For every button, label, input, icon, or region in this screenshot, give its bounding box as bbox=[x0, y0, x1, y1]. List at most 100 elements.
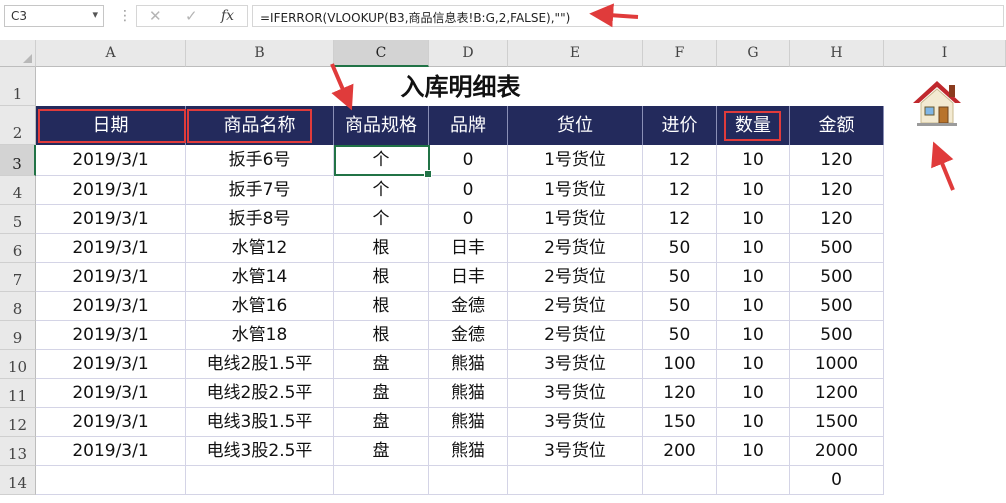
table-cell[interactable]: 盘 bbox=[334, 437, 429, 466]
row-header-4[interactable]: 4 bbox=[0, 176, 36, 205]
row-header-13[interactable]: 13 bbox=[0, 437, 36, 466]
table-cell[interactable]: 盘 bbox=[334, 350, 429, 379]
table-cell[interactable]: 2019/3/1 bbox=[36, 263, 186, 292]
table-cell[interactable]: 3号货位 bbox=[508, 437, 643, 466]
table-cell[interactable]: 水管16 bbox=[186, 292, 334, 321]
table-cell[interactable]: 0 bbox=[429, 145, 508, 176]
table-cell[interactable] bbox=[508, 466, 643, 495]
table-cell[interactable]: 10 bbox=[717, 437, 790, 466]
table-cell[interactable]: 2号货位 bbox=[508, 234, 643, 263]
table-cell[interactable] bbox=[643, 466, 717, 495]
table-cell[interactable]: 0 bbox=[790, 466, 884, 495]
table-cell[interactable]: 扳手7号 bbox=[186, 176, 334, 205]
header-cell[interactable]: 品牌 bbox=[429, 106, 508, 145]
table-cell[interactable]: 2号货位 bbox=[508, 263, 643, 292]
table-cell[interactable]: 500 bbox=[790, 234, 884, 263]
confirm-icon[interactable]: ✓ bbox=[185, 7, 198, 25]
table-cell[interactable]: 扳手6号 bbox=[186, 145, 334, 176]
table-cell[interactable]: 根 bbox=[334, 234, 429, 263]
table-cell[interactable]: 水管12 bbox=[186, 234, 334, 263]
table-cell[interactable]: 2019/3/1 bbox=[36, 379, 186, 408]
table-cell[interactable]: 2019/3/1 bbox=[36, 350, 186, 379]
column-header-c[interactable]: C bbox=[334, 40, 429, 67]
table-cell[interactable]: 扳手8号 bbox=[186, 205, 334, 234]
table-cell[interactable]: 150 bbox=[643, 408, 717, 437]
table-cell[interactable]: 120 bbox=[790, 145, 884, 176]
table-cell[interactable] bbox=[36, 466, 186, 495]
table-cell[interactable]: 个 bbox=[334, 176, 429, 205]
table-cell[interactable]: 3号货位 bbox=[508, 379, 643, 408]
drag-handle-icon[interactable]: ⋮ bbox=[118, 8, 132, 24]
row-header-2[interactable]: 2 bbox=[0, 106, 36, 145]
header-cell[interactable]: 货位 bbox=[508, 106, 643, 145]
row-header-12[interactable]: 12 bbox=[0, 408, 36, 437]
table-cell[interactable]: 1500 bbox=[790, 408, 884, 437]
table-cell[interactable]: 120 bbox=[790, 176, 884, 205]
table-cell[interactable]: 500 bbox=[790, 263, 884, 292]
table-cell[interactable]: 个 bbox=[334, 145, 429, 176]
cancel-icon[interactable]: ✕ bbox=[149, 7, 162, 25]
table-cell[interactable]: 2019/3/1 bbox=[36, 292, 186, 321]
table-cell[interactable]: 1200 bbox=[790, 379, 884, 408]
table-cell[interactable]: 电线3股2.5平 bbox=[186, 437, 334, 466]
table-cell[interactable]: 200 bbox=[643, 437, 717, 466]
table-cell[interactable]: 1000 bbox=[790, 350, 884, 379]
row-header-7[interactable]: 7 bbox=[0, 263, 36, 292]
table-cell[interactable] bbox=[717, 466, 790, 495]
table-cell[interactable]: 12 bbox=[643, 145, 717, 176]
table-cell[interactable]: 50 bbox=[643, 263, 717, 292]
row-header-11[interactable]: 11 bbox=[0, 379, 36, 408]
table-cell[interactable]: 水管14 bbox=[186, 263, 334, 292]
table-cell[interactable]: 120 bbox=[790, 205, 884, 234]
table-cell[interactable]: 50 bbox=[643, 321, 717, 350]
header-cell[interactable]: 商品名称 bbox=[186, 106, 334, 145]
column-header-b[interactable]: B bbox=[186, 40, 334, 67]
table-cell[interactable]: 2019/3/1 bbox=[36, 234, 186, 263]
table-cell[interactable]: 10 bbox=[717, 350, 790, 379]
table-cell[interactable]: 1号货位 bbox=[508, 176, 643, 205]
header-cell[interactable]: 金额 bbox=[790, 106, 884, 145]
table-cell[interactable]: 2019/3/1 bbox=[36, 145, 186, 176]
column-header-g[interactable]: G bbox=[717, 40, 790, 67]
table-cell[interactable]: 2号货位 bbox=[508, 321, 643, 350]
table-cell[interactable]: 盘 bbox=[334, 379, 429, 408]
row-header-10[interactable]: 10 bbox=[0, 350, 36, 379]
table-cell[interactable]: 熊猫 bbox=[429, 437, 508, 466]
table-cell[interactable]: 个 bbox=[334, 205, 429, 234]
table-cell[interactable]: 10 bbox=[717, 234, 790, 263]
table-cell[interactable]: 120 bbox=[643, 379, 717, 408]
table-cell[interactable]: 100 bbox=[643, 350, 717, 379]
column-header-f[interactable]: F bbox=[643, 40, 717, 67]
table-cell[interactable] bbox=[186, 466, 334, 495]
table-cell[interactable]: 日丰 bbox=[429, 263, 508, 292]
table-cell[interactable] bbox=[334, 466, 429, 495]
table-cell[interactable]: 电线2股2.5平 bbox=[186, 379, 334, 408]
table-cell[interactable]: 水管18 bbox=[186, 321, 334, 350]
table-cell[interactable]: 50 bbox=[643, 234, 717, 263]
table-cell[interactable]: 500 bbox=[790, 292, 884, 321]
insert-function-icon[interactable]: fx bbox=[221, 8, 234, 24]
column-header-h[interactable]: H bbox=[790, 40, 884, 67]
table-cell[interactable]: 熊猫 bbox=[429, 350, 508, 379]
table-cell[interactable]: 500 bbox=[790, 321, 884, 350]
table-cell[interactable]: 2019/3/1 bbox=[36, 437, 186, 466]
table-cell[interactable]: 10 bbox=[717, 145, 790, 176]
table-cell[interactable]: 金德 bbox=[429, 292, 508, 321]
table-cell[interactable]: 3号货位 bbox=[508, 350, 643, 379]
select-all-corner[interactable] bbox=[0, 40, 36, 67]
table-cell[interactable]: 50 bbox=[643, 292, 717, 321]
header-cell[interactable]: 商品规格 bbox=[334, 106, 429, 145]
table-cell[interactable]: 0 bbox=[429, 205, 508, 234]
home-icon[interactable] bbox=[911, 79, 963, 127]
table-cell[interactable]: 根 bbox=[334, 292, 429, 321]
column-header-d[interactable]: D bbox=[429, 40, 508, 67]
formula-input[interactable]: =IFERROR(VLOOKUP(B3,商品信息表!B:G,2,FALSE),"… bbox=[252, 5, 1004, 27]
row-header-14[interactable]: 14 bbox=[0, 466, 36, 495]
chevron-down-icon[interactable]: ▾ bbox=[92, 8, 98, 21]
table-cell[interactable]: 3号货位 bbox=[508, 408, 643, 437]
table-cell[interactable]: 10 bbox=[717, 205, 790, 234]
table-cell[interactable]: 2号货位 bbox=[508, 292, 643, 321]
row-header-1[interactable]: 1 bbox=[0, 67, 36, 106]
row-header-9[interactable]: 9 bbox=[0, 321, 36, 350]
table-cell[interactable]: 熊猫 bbox=[429, 408, 508, 437]
